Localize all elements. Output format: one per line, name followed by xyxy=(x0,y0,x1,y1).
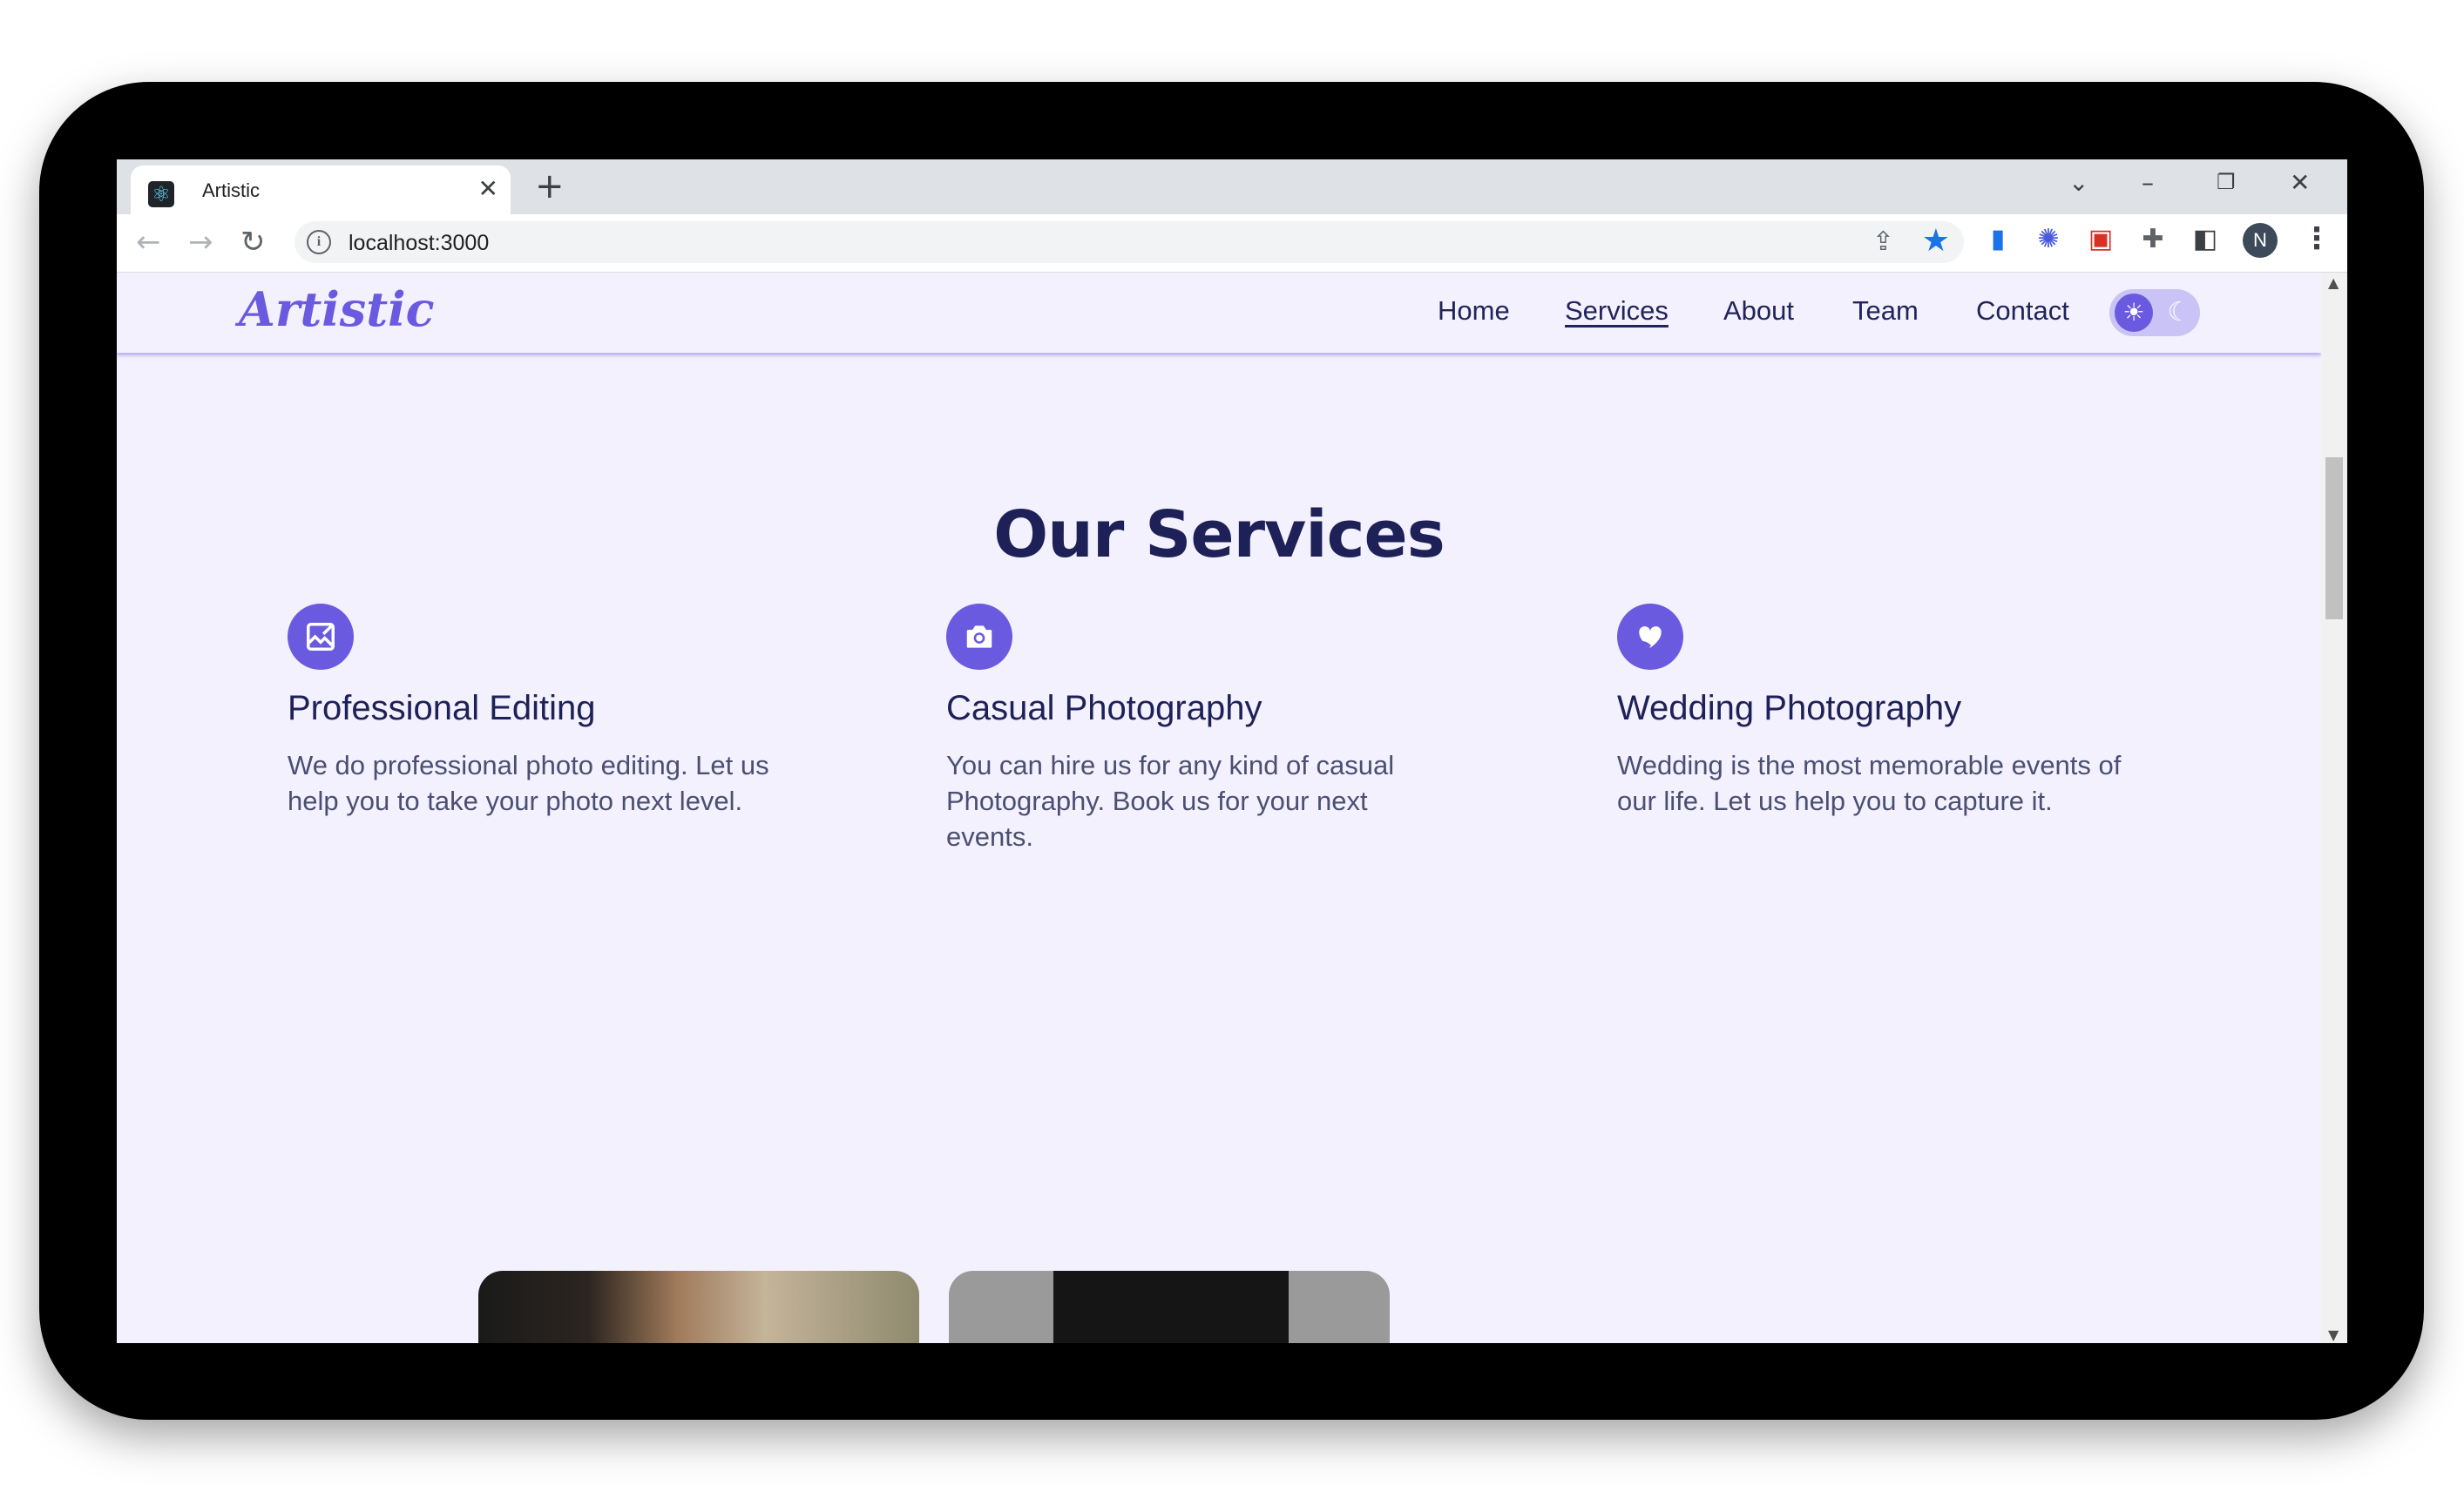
reload-button[interactable]: ↻ xyxy=(240,225,266,260)
profile-avatar[interactable]: N xyxy=(2243,223,2278,258)
extension-gear-icon[interactable]: ✺ xyxy=(2034,225,2063,254)
nav-about[interactable]: About xyxy=(1723,295,1794,327)
service-card: Casual Photography You can hire us for a… xyxy=(946,604,1486,854)
address-bar[interactable]: i localhost:3000 ⇪ ★ xyxy=(294,221,1964,263)
page-viewport: Artistic Home Services About Team Contac… xyxy=(117,273,2321,1343)
service-title: Casual Photography xyxy=(946,689,1262,727)
moon-icon: ☾ xyxy=(2167,297,2191,328)
nav-contact[interactable]: Contact xyxy=(1976,295,2069,327)
nav-services[interactable]: Services xyxy=(1565,295,1669,327)
restore-button[interactable]: ❐ xyxy=(2217,170,2236,194)
heart-hand-icon xyxy=(1617,604,1683,670)
react-favicon-icon: ⚛ xyxy=(148,181,174,207)
scroll-up-arrow-icon[interactable]: ▲ xyxy=(2328,274,2339,291)
forward-button[interactable]: → xyxy=(188,225,213,260)
tab-strip: ⚛ Artistic ✕ + ⌄ – ❐ ✕ xyxy=(117,159,2347,214)
service-title: Professional Editing xyxy=(288,689,596,727)
gallery-photo[interactable] xyxy=(478,1271,919,1343)
image-edit-icon xyxy=(288,604,354,670)
url-text: localhost:3000 xyxy=(349,231,490,255)
site-logo[interactable]: Artistic xyxy=(239,281,435,337)
extension-red-icon[interactable]: ▣ xyxy=(2086,225,2115,254)
scrollbar[interactable]: ▲ ▼ xyxy=(2321,273,2347,1343)
sun-icon: ☀ xyxy=(2115,294,2153,332)
scroll-down-arrow-icon[interactable]: ▼ xyxy=(2328,1327,2339,1343)
tab-search-icon[interactable]: ⌄ xyxy=(2068,168,2088,197)
service-description: Wedding is the most memorable events of … xyxy=(1617,750,2122,816)
site-navbar: Artistic Home Services About Team Contac… xyxy=(117,273,2321,353)
camera-icon xyxy=(946,604,1012,670)
service-title: Wedding Photography xyxy=(1617,689,1962,727)
service-card: Professional Editing We do professional … xyxy=(288,604,828,819)
browser-window: ⚛ Artistic ✕ + ⌄ – ❐ ✕ ← → ↻ i localhost… xyxy=(117,159,2347,1343)
service-description: We do professional photo editing. Let us… xyxy=(288,750,769,816)
extension-docs-icon[interactable]: ▮ xyxy=(1983,225,2013,254)
gallery-photo[interactable] xyxy=(949,1271,1390,1343)
extensions-puzzle-icon[interactable]: ✚ xyxy=(2138,225,2168,254)
nav-home[interactable]: Home xyxy=(1438,295,1510,327)
close-tab-icon[interactable]: ✕ xyxy=(478,174,498,203)
scroll-thumb[interactable] xyxy=(2325,457,2343,619)
share-icon[interactable]: ⇪ xyxy=(1872,226,1894,257)
camera-photo-detail xyxy=(1053,1271,1289,1343)
browser-tab[interactable]: ⚛ Artistic ✕ xyxy=(131,165,511,214)
menu-kebab-icon[interactable]: ⋮ xyxy=(2302,221,2332,256)
site-info-icon[interactable]: i xyxy=(307,230,331,254)
back-button[interactable]: ← xyxy=(136,225,161,260)
theme-toggle[interactable]: ☀ ☾ xyxy=(2109,289,2200,336)
browser-toolbar: ← → ↻ i localhost:3000 ⇪ ★ ▮ ✺ ▣ ✚ ◧ N ⋮ xyxy=(117,214,2347,273)
close-window-button[interactable]: ✕ xyxy=(2290,168,2310,197)
service-card: Wedding Photography Wedding is the most … xyxy=(1617,604,2157,819)
section-title: Our Services xyxy=(993,497,1445,572)
bookmark-star-icon[interactable]: ★ xyxy=(1922,223,1950,259)
tab-title: Artistic xyxy=(202,179,260,201)
side-panel-icon[interactable]: ◧ xyxy=(2190,225,2220,254)
minimize-button[interactable]: – xyxy=(2142,168,2154,197)
nav-team[interactable]: Team xyxy=(1852,295,1919,327)
service-description: You can hire us for any kind of casual P… xyxy=(946,750,1395,852)
new-tab-button[interactable]: + xyxy=(535,166,565,206)
